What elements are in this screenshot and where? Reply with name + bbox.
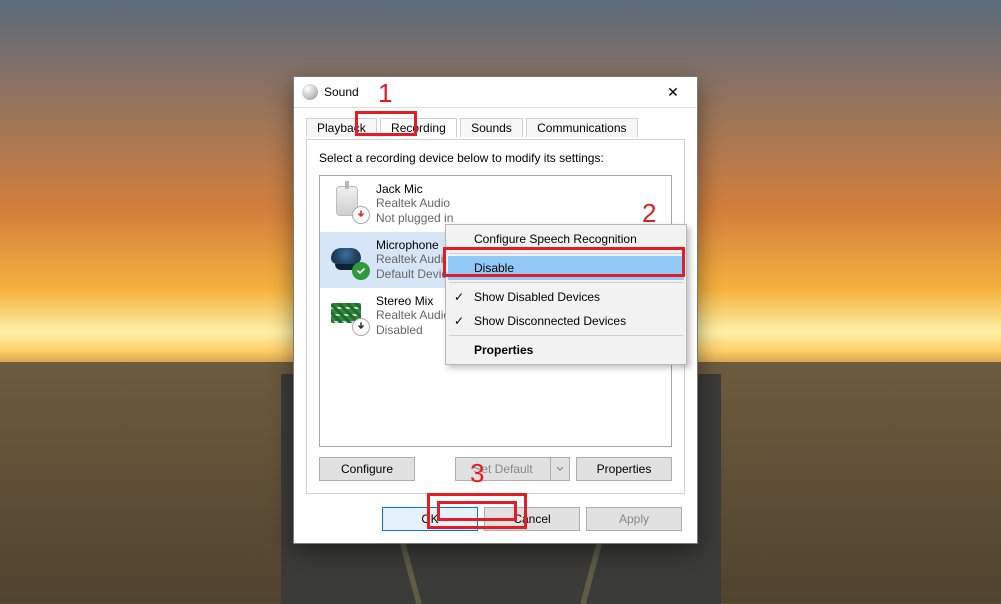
device-name: Stereo Mix bbox=[376, 294, 450, 308]
tab-recording[interactable]: Recording bbox=[380, 118, 457, 138]
stereo-mix-icon bbox=[328, 294, 368, 334]
properties-button[interactable]: Properties bbox=[576, 457, 672, 481]
check-icon: ✓ bbox=[454, 290, 464, 304]
configure-row: Configure Set Default Properties bbox=[319, 457, 672, 481]
menu-label: Show Disconnected Devices bbox=[474, 314, 626, 328]
menu-label: Show Disabled Devices bbox=[474, 290, 600, 304]
tab-sounds[interactable]: Sounds bbox=[460, 118, 523, 137]
device-name: Microphone bbox=[376, 238, 454, 252]
menu-disable[interactable]: Disable bbox=[448, 256, 684, 280]
status-badge-disabled bbox=[352, 318, 370, 336]
apply-button[interactable]: Apply bbox=[586, 507, 682, 531]
set-default-dropdown[interactable] bbox=[551, 457, 570, 481]
menu-separator bbox=[449, 282, 683, 283]
status-badge-default bbox=[352, 262, 370, 280]
device-context-menu[interactable]: Configure Speech Recognition Disable ✓ S… bbox=[445, 224, 687, 365]
cancel-button[interactable]: Cancel bbox=[484, 507, 580, 531]
device-name: Jack Mic bbox=[376, 182, 453, 196]
device-status: Disabled bbox=[376, 323, 450, 338]
status-badge-unplugged bbox=[352, 206, 370, 224]
microphone-icon bbox=[328, 238, 368, 278]
menu-properties[interactable]: Properties bbox=[448, 338, 684, 362]
configure-button[interactable]: Configure bbox=[319, 457, 415, 481]
sound-app-icon bbox=[302, 84, 318, 100]
jack-mic-icon bbox=[328, 182, 368, 222]
device-driver: Realtek Audio bbox=[376, 308, 450, 323]
device-texts: Microphone Realtek Audio Default Device bbox=[376, 238, 454, 282]
device-texts: Stereo Mix Realtek Audio Disabled bbox=[376, 294, 450, 338]
dialog-button-row: OK Cancel Apply bbox=[382, 507, 682, 531]
window-title: Sound bbox=[324, 85, 651, 99]
device-texts: Jack Mic Realtek Audio Not plugged in bbox=[376, 182, 453, 226]
title-bar[interactable]: Sound ✕ bbox=[294, 77, 697, 108]
ok-button[interactable]: OK bbox=[382, 507, 478, 531]
menu-configure-speech[interactable]: Configure Speech Recognition bbox=[448, 227, 684, 251]
set-default-button[interactable]: Set Default bbox=[455, 457, 551, 481]
menu-show-disconnected[interactable]: ✓ Show Disconnected Devices bbox=[448, 309, 684, 333]
device-status: Not plugged in bbox=[376, 211, 453, 226]
device-driver: Realtek Audio bbox=[376, 252, 454, 267]
close-button[interactable]: ✕ bbox=[651, 77, 695, 107]
set-default-split-button[interactable]: Set Default bbox=[455, 457, 570, 481]
tab-communications[interactable]: Communications bbox=[526, 118, 637, 137]
device-status: Default Device bbox=[376, 267, 454, 282]
menu-separator bbox=[449, 335, 683, 336]
tab-playback[interactable]: Playback bbox=[306, 118, 377, 137]
tab-strip: Playback Recording Sounds Communications bbox=[306, 117, 685, 140]
check-icon: ✓ bbox=[454, 314, 464, 328]
instruction-text: Select a recording device below to modif… bbox=[319, 151, 672, 165]
chevron-down-icon bbox=[556, 465, 564, 473]
device-driver: Realtek Audio bbox=[376, 196, 453, 211]
menu-show-disabled[interactable]: ✓ Show Disabled Devices bbox=[448, 285, 684, 309]
close-icon: ✕ bbox=[667, 84, 679, 101]
menu-separator bbox=[449, 253, 683, 254]
